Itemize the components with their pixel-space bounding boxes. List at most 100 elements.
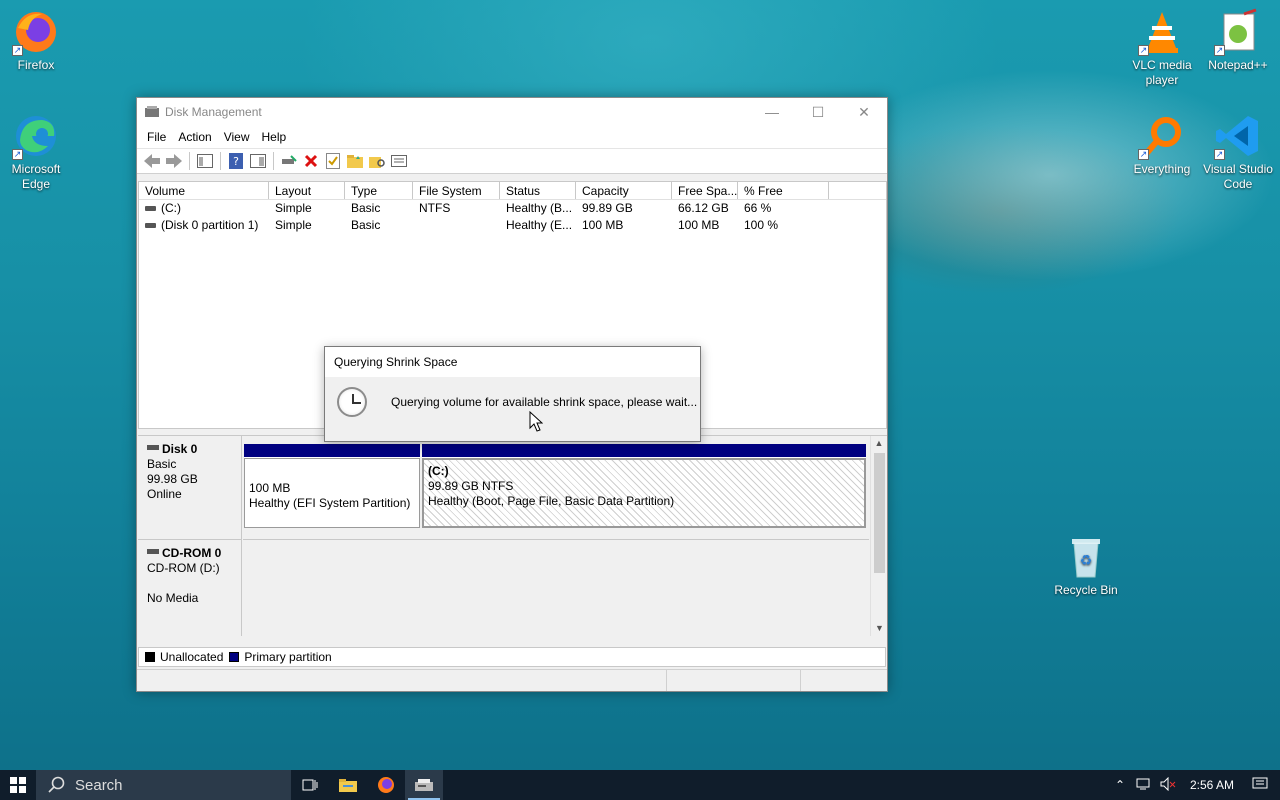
disk-0-label[interactable]: Disk 0 Basic 99.98 GB Online bbox=[138, 436, 242, 539]
primary-swatch bbox=[229, 652, 240, 662]
desktop-icon-firefox[interactable]: ↗ Firefox bbox=[0, 8, 72, 73]
taskbar-clock[interactable]: 2:56 AM bbox=[1190, 778, 1234, 792]
dialog-title[interactable]: Querying Shrink Space bbox=[325, 347, 700, 377]
type-cell: Basic bbox=[351, 218, 381, 232]
recycle-bin-icon: ♻ bbox=[1062, 533, 1110, 581]
partition-bar bbox=[422, 444, 866, 458]
legend-label: Primary partition bbox=[244, 650, 332, 664]
disk-size: 99.98 GB bbox=[147, 472, 198, 486]
status-segment bbox=[801, 670, 887, 691]
scroll-thumb[interactable] bbox=[874, 453, 885, 573]
column-volume[interactable]: Volume bbox=[139, 182, 269, 199]
column-percent-free[interactable]: % Free bbox=[738, 182, 829, 199]
mouse-cursor-icon bbox=[529, 411, 543, 432]
svg-text:?: ? bbox=[233, 155, 239, 168]
maximize-button[interactable]: ☐ bbox=[795, 98, 841, 126]
taskbar: Search ⌃ 2:56 AM bbox=[0, 770, 1280, 800]
properties-checklist-icon[interactable] bbox=[322, 150, 344, 172]
start-button[interactable] bbox=[0, 770, 36, 800]
firefox-icon: ↗ bbox=[12, 8, 60, 56]
column-capacity[interactable]: Capacity bbox=[576, 182, 672, 199]
volume-row[interactable]: (Disk 0 partition 1) Simple Basic Health… bbox=[139, 217, 886, 234]
taskbar-disk-management[interactable] bbox=[405, 770, 443, 800]
fs-cell: NTFS bbox=[419, 201, 451, 215]
status-segment bbox=[667, 670, 801, 691]
volume-list-header: Volume Layout Type File System Status Ca… bbox=[139, 182, 886, 200]
notepadpp-icon: ↗ bbox=[1214, 8, 1262, 56]
c-partition[interactable]: (C:) 99.89 GB NTFS Healthy (Boot, Page F… bbox=[422, 444, 866, 528]
help-icon[interactable]: ? bbox=[225, 150, 247, 172]
volume-muted-icon[interactable] bbox=[1156, 776, 1180, 794]
minimize-button[interactable]: — bbox=[749, 98, 795, 126]
status-bar bbox=[137, 669, 887, 691]
taskbar-search-box[interactable]: Search bbox=[36, 770, 291, 800]
connect-virtual-disk-icon[interactable] bbox=[278, 150, 300, 172]
partition-status: Healthy (Boot, Page File, Basic Data Par… bbox=[428, 494, 675, 508]
cdrom-0-label[interactable]: CD-ROM 0 CD-ROM (D:) No Media bbox=[138, 539, 242, 636]
volume-row[interactable]: (C:) Simple Basic NTFS Healthy (B... 99.… bbox=[139, 200, 886, 217]
show-action-pane-icon[interactable] bbox=[247, 150, 269, 172]
disk-name: Disk 0 bbox=[162, 442, 198, 456]
firefox-icon bbox=[378, 777, 394, 793]
column-file-system[interactable]: File System bbox=[413, 182, 500, 199]
search-placeholder: Search bbox=[75, 776, 123, 794]
show-hide-console-tree-icon[interactable] bbox=[194, 150, 216, 172]
desktop-icon-recycle-bin[interactable]: ♻ Recycle Bin bbox=[1048, 533, 1124, 598]
status-cell: Healthy (E... bbox=[506, 218, 573, 232]
menu-help[interactable]: Help bbox=[256, 130, 293, 144]
disk-map-scrollbar[interactable]: ▲ ▼ bbox=[870, 436, 887, 636]
partition-size: 100 MB bbox=[249, 481, 291, 495]
show-hidden-icons-chevron-icon[interactable]: ⌃ bbox=[1108, 778, 1132, 792]
status-segment bbox=[137, 670, 667, 691]
partition-body: 100 MB Healthy (EFI System Partition) bbox=[244, 458, 420, 528]
vscode-icon: ↗ bbox=[1214, 112, 1262, 160]
cdrom-area[interactable] bbox=[243, 539, 869, 635]
status-cell: Healthy (B... bbox=[506, 201, 573, 215]
volume-name: (C:) bbox=[161, 201, 181, 215]
desktop-icon-label: Microsoft Edge bbox=[11, 162, 61, 191]
open-folder-icon[interactable] bbox=[344, 150, 366, 172]
taskbar-firefox[interactable] bbox=[367, 770, 405, 800]
menu-file[interactable]: File bbox=[141, 130, 172, 144]
action-center-icon[interactable] bbox=[1248, 777, 1272, 794]
explore-folder-icon[interactable] bbox=[366, 150, 388, 172]
capacity-cell: 100 MB bbox=[582, 218, 624, 232]
menu-view[interactable]: View bbox=[218, 130, 256, 144]
scroll-up-arrow-icon[interactable]: ▲ bbox=[871, 436, 887, 451]
column-free-space[interactable]: Free Spa... bbox=[672, 182, 738, 199]
close-button[interactable]: ✕ bbox=[841, 98, 887, 126]
network-icon[interactable] bbox=[1132, 777, 1156, 794]
everything-icon: ↗ bbox=[1138, 112, 1186, 160]
title-bar[interactable]: Disk Management — ☐ ✕ bbox=[137, 98, 887, 126]
back-arrow-icon[interactable] bbox=[141, 150, 163, 172]
capacity-cell: 99.89 GB bbox=[582, 201, 633, 215]
taskbar-file-explorer[interactable] bbox=[329, 770, 367, 800]
cdrom-name: CD-ROM 0 bbox=[162, 546, 222, 560]
cdrom-icon bbox=[147, 549, 159, 554]
menu-action[interactable]: Action bbox=[172, 130, 217, 144]
partition-bar bbox=[244, 444, 420, 458]
desktop-icon-vscode[interactable]: ↗ Visual Studio Code bbox=[1200, 112, 1276, 192]
desktop-icon-everything[interactable]: ↗ Everything bbox=[1124, 112, 1200, 177]
column-type[interactable]: Type bbox=[345, 182, 413, 199]
desktop-icon-label: VLC media player bbox=[1132, 58, 1192, 87]
desktop-icon-vlc[interactable]: ↗ VLC media player bbox=[1124, 8, 1200, 88]
properties-list-icon[interactable] bbox=[388, 150, 410, 172]
forward-arrow-icon[interactable] bbox=[163, 150, 185, 172]
column-layout[interactable]: Layout bbox=[269, 182, 345, 199]
desktop-icon-edge[interactable]: ↗ Microsoft Edge bbox=[0, 112, 72, 192]
delete-icon[interactable] bbox=[300, 150, 322, 172]
disk-state: Online bbox=[147, 487, 182, 501]
column-status[interactable]: Status bbox=[500, 182, 576, 199]
desktop-icon-notepadpp[interactable]: ↗ Notepad++ bbox=[1200, 8, 1276, 73]
volume-name: (Disk 0 partition 1) bbox=[161, 218, 259, 232]
disk-icon bbox=[147, 445, 159, 450]
efi-partition[interactable]: 100 MB Healthy (EFI System Partition) bbox=[244, 444, 420, 528]
task-view-button[interactable] bbox=[291, 770, 329, 800]
disk-management-app-icon bbox=[145, 106, 159, 117]
desktop-icon-label: Notepad++ bbox=[1208, 58, 1268, 72]
svg-text:♻: ♻ bbox=[1080, 552, 1093, 568]
scroll-down-arrow-icon[interactable]: ▼ bbox=[871, 621, 888, 636]
legend-unallocated: Unallocated bbox=[145, 650, 223, 664]
drive-icon bbox=[145, 223, 156, 229]
